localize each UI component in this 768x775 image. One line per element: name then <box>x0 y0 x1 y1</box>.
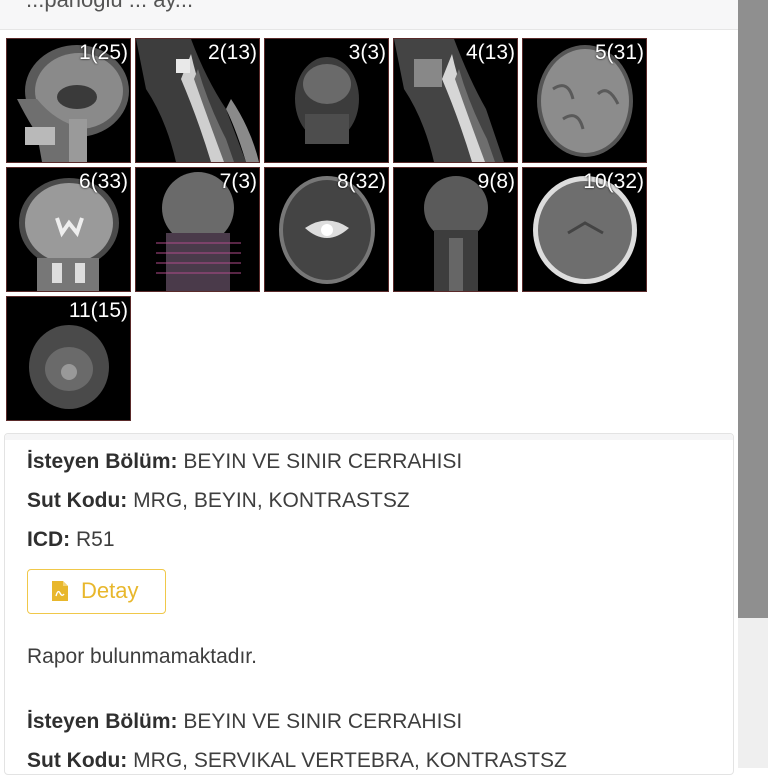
series-label: 11(15) <box>68 299 128 322</box>
sut-code-row-2: Sut Kodu: MRG, SERVIKAL VERTEBRA, KONTRA… <box>27 749 567 773</box>
page-header: ...panoglu ... ay... <box>0 0 738 30</box>
series-label: 10(32) <box>583 170 644 193</box>
department-value: BEYIN VE SINIR CERRAHISI <box>183 710 463 733</box>
series-thumbnail[interactable]: 4(13) <box>393 38 518 163</box>
series-thumbnail[interactable]: 3(3) <box>264 38 389 163</box>
series-thumbnail[interactable]: 11(15) <box>6 296 131 421</box>
series-label: 4(13) <box>465 41 515 64</box>
sut-code-row: Sut Kodu: MRG, BEYIN, KONTRASTSZ <box>27 489 410 513</box>
detail-button-label: Detay <box>81 578 139 603</box>
department-row: İsteyen Bölüm: BEYIN VE SINIR CERRAHISI <box>27 450 462 474</box>
series-thumbnail[interactable]: 8(32) <box>264 167 389 292</box>
series-label: 1(25) <box>78 41 128 64</box>
series-label: 5(31) <box>594 41 644 64</box>
series-thumbnail[interactable]: 10(32) <box>522 167 647 292</box>
icd-label: ICD: <box>27 528 71 551</box>
sut-code-value: MRG, BEYIN, KONTRASTSZ <box>133 489 410 512</box>
page-title: ...panoglu ... ay... <box>26 0 193 13</box>
series-label: 8(32) <box>336 170 386 193</box>
scrollbar-thumb[interactable] <box>738 0 768 618</box>
series-label: 6(33) <box>78 170 128 193</box>
report-card: İsteyen Bölüm: BEYIN VE SINIR CERRAHISI … <box>4 433 734 775</box>
icd-row: ICD: R51 <box>27 528 115 552</box>
series-label: 9(8) <box>477 170 515 193</box>
series-thumbnail[interactable]: 9(8) <box>393 167 518 292</box>
series-thumbnail-grid: 1(25) 2(13) 3(3) 4(13) 5(31) 6(33) 7(3) … <box>0 30 736 430</box>
series-thumbnail[interactable]: 7(3) <box>135 167 260 292</box>
series-thumbnail[interactable]: 2(13) <box>135 38 260 163</box>
series-thumbnail[interactable]: 5(31) <box>522 38 647 163</box>
sut-code-value: MRG, SERVIKAL VERTEBRA, KONTRASTSZ <box>133 749 567 772</box>
department-label: İsteyen Bölüm: <box>27 450 178 473</box>
series-thumbnail[interactable]: 6(33) <box>6 167 131 292</box>
department-label: İsteyen Bölüm: <box>27 710 178 733</box>
series-label: 3(3) <box>348 41 386 64</box>
department-value: BEYIN VE SINIR CERRAHISI <box>183 450 463 473</box>
icd-value: R51 <box>76 528 115 551</box>
sut-code-label: Sut Kodu: <box>27 749 128 772</box>
department-row-2: İsteyen Bölüm: BEYIN VE SINIR CERRAHISI <box>27 710 462 734</box>
series-thumbnail[interactable]: 1(25) <box>6 38 131 163</box>
series-label: 7(3) <box>219 170 257 193</box>
series-label: 2(13) <box>207 41 257 64</box>
pdf-file-icon <box>52 581 68 601</box>
detail-button[interactable]: Detay <box>27 569 166 614</box>
sut-code-label: Sut Kodu: <box>27 489 128 512</box>
card-top-strip <box>5 434 733 440</box>
no-report-text: Rapor bulunmamaktadır. <box>27 645 257 668</box>
